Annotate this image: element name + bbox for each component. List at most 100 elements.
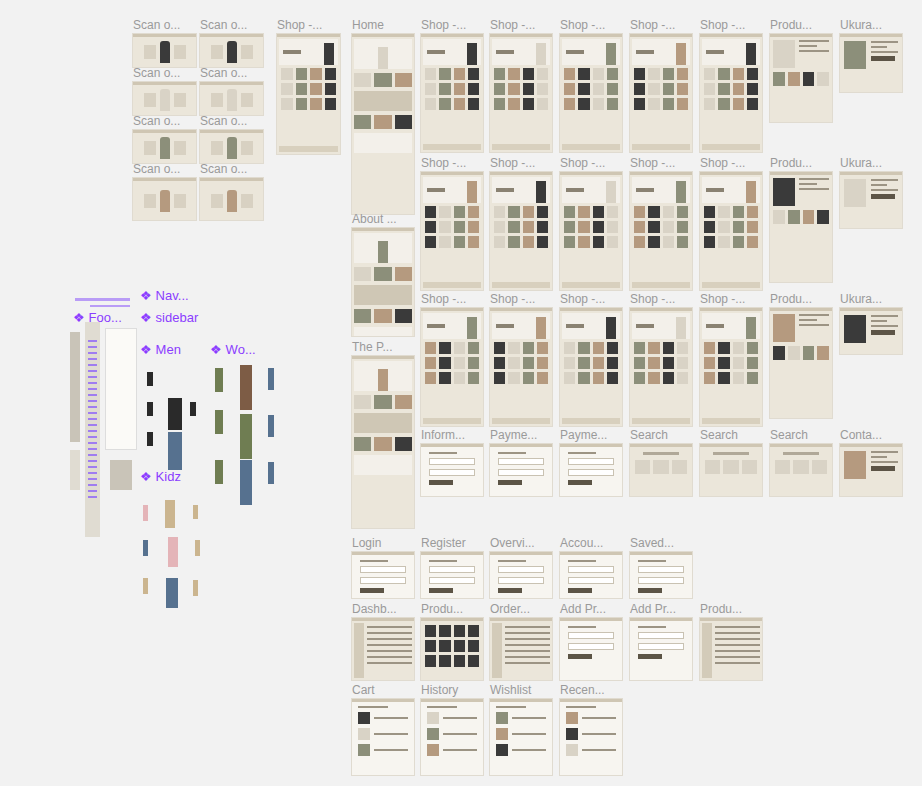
frame[interactable]: Dashb... [352,602,414,680]
frame[interactable]: Shop -... [421,156,483,290]
component-label[interactable]: ❖ Men [140,343,181,357]
frame-label[interactable]: Wishlist [490,683,552,699]
frame[interactable]: Inform... [421,428,483,496]
frame-label[interactable]: Shop -... [490,18,552,34]
frame[interactable]: Shop -... [277,18,340,154]
frame-thumbnail[interactable] [840,34,902,92]
frame[interactable]: Produ... [421,602,483,680]
frame-thumbnail[interactable] [770,172,832,282]
frame[interactable]: Search [630,428,692,496]
frame[interactable]: Scan o... [200,114,263,163]
frame-thumbnail[interactable] [352,356,414,528]
component-thumbnail[interactable] [240,414,252,459]
component-label[interactable]: ❖ Wo... [210,343,256,357]
frame-label[interactable]: Shop -... [421,18,483,34]
frame[interactable]: Saved... [630,536,692,598]
frame-thumbnail[interactable] [421,308,483,426]
frame-label[interactable]: Shop -... [630,156,692,172]
frame-label[interactable]: About ... [352,212,414,228]
frame[interactable]: Payme... [560,428,622,496]
frame-thumbnail[interactable] [490,444,552,496]
frame-thumbnail[interactable] [352,618,414,680]
frame-label[interactable]: Login [352,536,414,552]
frame-thumbnail[interactable] [560,444,622,496]
component-thumbnail[interactable] [165,500,175,528]
component-thumbnail[interactable] [240,365,252,410]
frame-label[interactable]: Shop -... [700,292,762,308]
frame[interactable]: Accou... [560,536,622,598]
frame[interactable]: Shop -... [700,292,762,426]
frame-thumbnail[interactable] [133,34,196,67]
frame-thumbnail[interactable] [770,308,832,418]
component-label[interactable]: ❖ Kidz [140,470,181,484]
component-thumbnail[interactable] [168,398,182,430]
frame-label[interactable]: Shop -... [490,292,552,308]
frame-label[interactable]: Shop -... [421,292,483,308]
frame[interactable]: Order... [490,602,552,680]
frame-thumbnail[interactable] [421,34,483,152]
component-thumbnail[interactable] [166,578,178,608]
frame[interactable]: Ukura... [840,18,902,92]
frame-thumbnail[interactable] [700,444,762,496]
frame-thumbnail[interactable] [133,178,196,220]
frame-label[interactable]: Scan o... [133,162,196,178]
frame-label[interactable]: Scan o... [200,18,263,34]
frame[interactable]: Search [700,428,762,496]
frame-label[interactable]: Ukura... [840,292,902,308]
component-thumbnail[interactable] [193,580,198,596]
component-thumbnail[interactable] [90,305,130,307]
frame[interactable]: Shop -... [560,156,622,290]
frame-label[interactable]: Produ... [770,156,832,172]
frame-label[interactable]: History [421,683,483,699]
frame-label[interactable]: Register [421,536,483,552]
frame[interactable]: Shop -... [700,156,762,290]
frame-label[interactable]: Search [770,428,832,444]
component-thumbnail[interactable] [168,432,182,470]
frame[interactable]: Scan o... [133,114,196,163]
frame-thumbnail[interactable] [700,308,762,426]
frame-thumbnail[interactable] [630,444,692,496]
frame-thumbnail[interactable] [200,130,263,163]
component-thumbnail[interactable] [110,460,132,490]
component-thumbnail[interactable] [193,505,198,519]
frame-thumbnail[interactable] [630,34,692,152]
frame-thumbnail[interactable] [490,34,552,152]
frame[interactable]: Produ... [770,156,832,282]
frame-label[interactable]: Shop -... [700,156,762,172]
frame-label[interactable]: Shop -... [560,156,622,172]
frame[interactable]: The P... [352,340,414,528]
component-thumbnail[interactable] [70,450,80,490]
frame-label[interactable]: Scan o... [200,66,263,82]
component-thumbnail[interactable] [268,415,274,437]
component-thumbnail[interactable] [268,368,274,390]
frame[interactable]: Shop -... [490,18,552,152]
frame-label[interactable]: Payme... [490,428,552,444]
frame-thumbnail[interactable] [352,228,414,336]
component-label[interactable]: ❖ sidebar [140,311,198,325]
component-thumbnail[interactable] [70,332,80,442]
frame-thumbnail[interactable] [560,552,622,598]
frame-thumbnail[interactable] [490,308,552,426]
frame[interactable]: Ukura... [840,156,902,228]
frame[interactable]: Shop -... [490,292,552,426]
frame-thumbnail[interactable] [560,172,622,290]
frame-label[interactable]: Produ... [421,602,483,618]
frame-label[interactable]: Recen... [560,683,622,699]
frame-label[interactable]: Scan o... [200,162,263,178]
component-thumbnail[interactable] [147,432,153,446]
frame-thumbnail[interactable] [560,699,622,775]
frame-thumbnail[interactable] [700,618,762,680]
frame[interactable]: Home [352,18,414,214]
frame-thumbnail[interactable] [490,618,552,680]
frame-label[interactable]: Ukura... [840,18,902,34]
frame-thumbnail[interactable] [490,699,552,775]
frame-thumbnail[interactable] [840,172,902,228]
frame-thumbnail[interactable] [421,618,483,680]
frame[interactable]: Shop -... [421,18,483,152]
frame[interactable]: Scan o... [200,162,263,220]
frame[interactable]: Scan o... [133,66,196,115]
frame[interactable]: Add Pr... [630,602,692,680]
frame[interactable]: Shop -... [560,292,622,426]
frame-label[interactable]: Order... [490,602,552,618]
component-label[interactable]: ❖ Foo... [73,311,122,325]
